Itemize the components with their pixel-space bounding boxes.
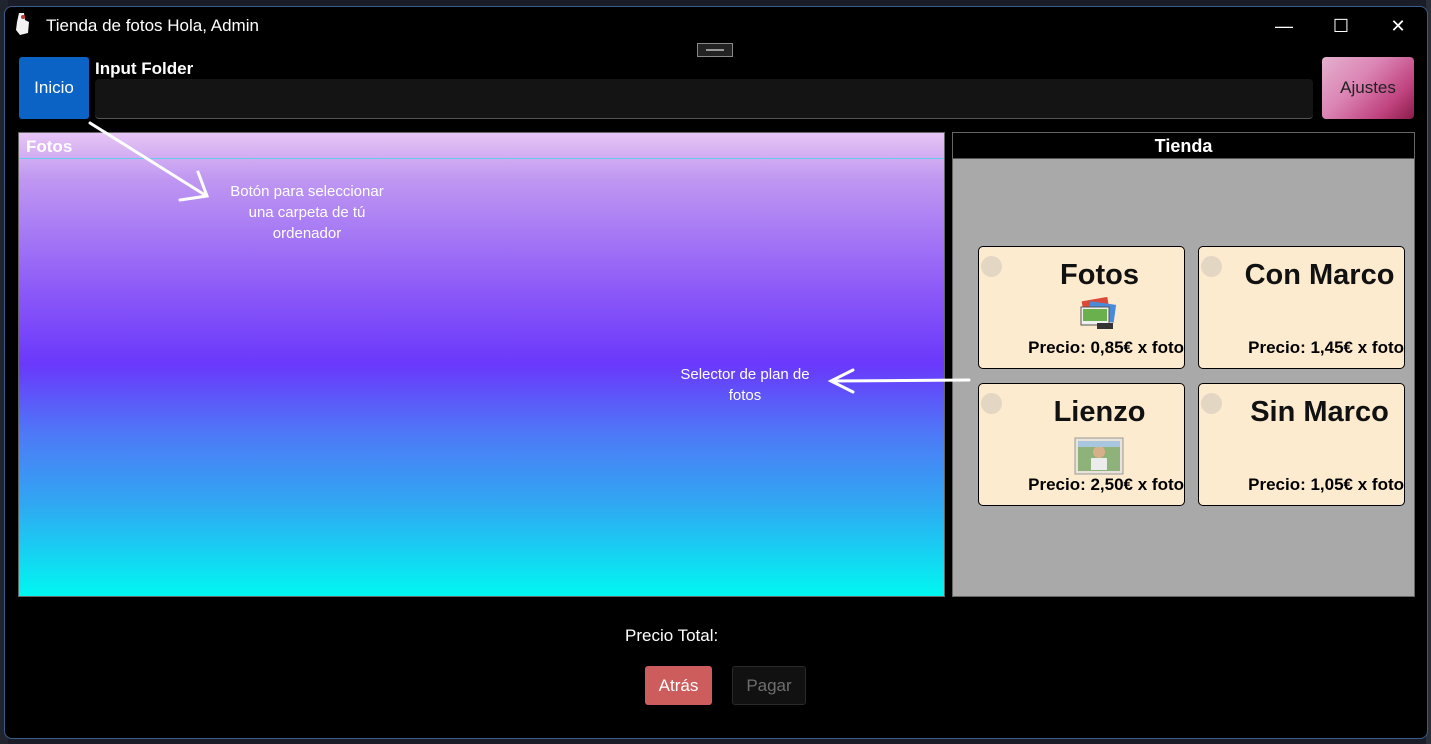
close-icon: ✕ (1390, 15, 1406, 36)
tienda-panel: Tienda Fotos Precio: 0,85€ x foto Con Ma… (952, 132, 1415, 597)
inicio-button[interactable]: Inicio (19, 57, 89, 119)
plan-card-fotos[interactable]: Fotos Precio: 0,85€ x foto (978, 246, 1185, 369)
plan-card-sin-marco[interactable]: Sin Marco Precio: 1,05€ x foto (1198, 383, 1405, 506)
minimize-button[interactable]: — (1261, 11, 1307, 41)
plan-name: Con Marco (1244, 259, 1395, 291)
drag-handle[interactable] (697, 43, 733, 57)
plan-price: Precio: 0,85€ x foto (1028, 338, 1184, 357)
plan-annotation: Selector de plan de fotos (680, 366, 810, 404)
pagar-button[interactable]: Pagar (732, 666, 806, 705)
tienda-panel-title: Tienda (1154, 136, 1213, 156)
canvas-print-icon (1074, 437, 1124, 475)
plan-price: Precio: 2,50€ x foto (1028, 475, 1184, 494)
plan-card-con-marco[interactable]: Con Marco Precio: 1,45€ x foto (1198, 246, 1405, 369)
plan-price: Precio: 1,05€ x foto (1248, 475, 1404, 494)
plan-name: Lienzo (1053, 396, 1146, 428)
plan-name: Sin Marco (1250, 396, 1389, 428)
input-folder-label: Input Folder (95, 59, 194, 78)
fotos-panel-title: Fotos (26, 137, 73, 156)
plan-radio-button[interactable] (981, 393, 1002, 414)
plan-card-lienzo[interactable]: Lienzo Precio: 2,50€ x foto (978, 383, 1185, 506)
app-logo-icon (16, 13, 29, 35)
app-window: Tienda de fotos Hola, Admin — ☐ ✕ Inicio… (4, 6, 1428, 739)
plan-radio-button[interactable] (981, 256, 1002, 277)
plan-radio-button[interactable] (1201, 256, 1222, 277)
atras-button[interactable]: Atrás (645, 666, 712, 705)
tienda-panel-header: Tienda (953, 133, 1414, 159)
window-title: Tienda de fotos Hola, Admin (46, 16, 259, 35)
maximize-icon: ☐ (1332, 15, 1350, 36)
title-bar[interactable]: Tienda de fotos Hola, Admin — ☐ ✕ (5, 7, 1427, 45)
plan-name: Fotos (1060, 259, 1139, 291)
fotos-panel-header: Fotos (19, 133, 944, 159)
close-button[interactable]: ✕ (1375, 11, 1421, 41)
precio-total-label: Precio Total: (625, 626, 719, 645)
ajustes-button[interactable]: Ajustes (1322, 57, 1414, 119)
minimize-icon: — (1275, 15, 1293, 36)
fotos-panel: Fotos Botón para seleccionar una carpeta… (18, 132, 945, 597)
plan-price: Precio: 1,45€ x foto (1248, 338, 1404, 357)
plan-radio-button[interactable] (1201, 393, 1222, 414)
photo-stack-icon (1080, 297, 1117, 329)
folder-annotation: Botón para seleccionar una carpeta de tú… (230, 183, 384, 242)
maximize-button[interactable]: ☐ (1318, 11, 1364, 41)
input-folder-field[interactable] (95, 79, 1313, 119)
